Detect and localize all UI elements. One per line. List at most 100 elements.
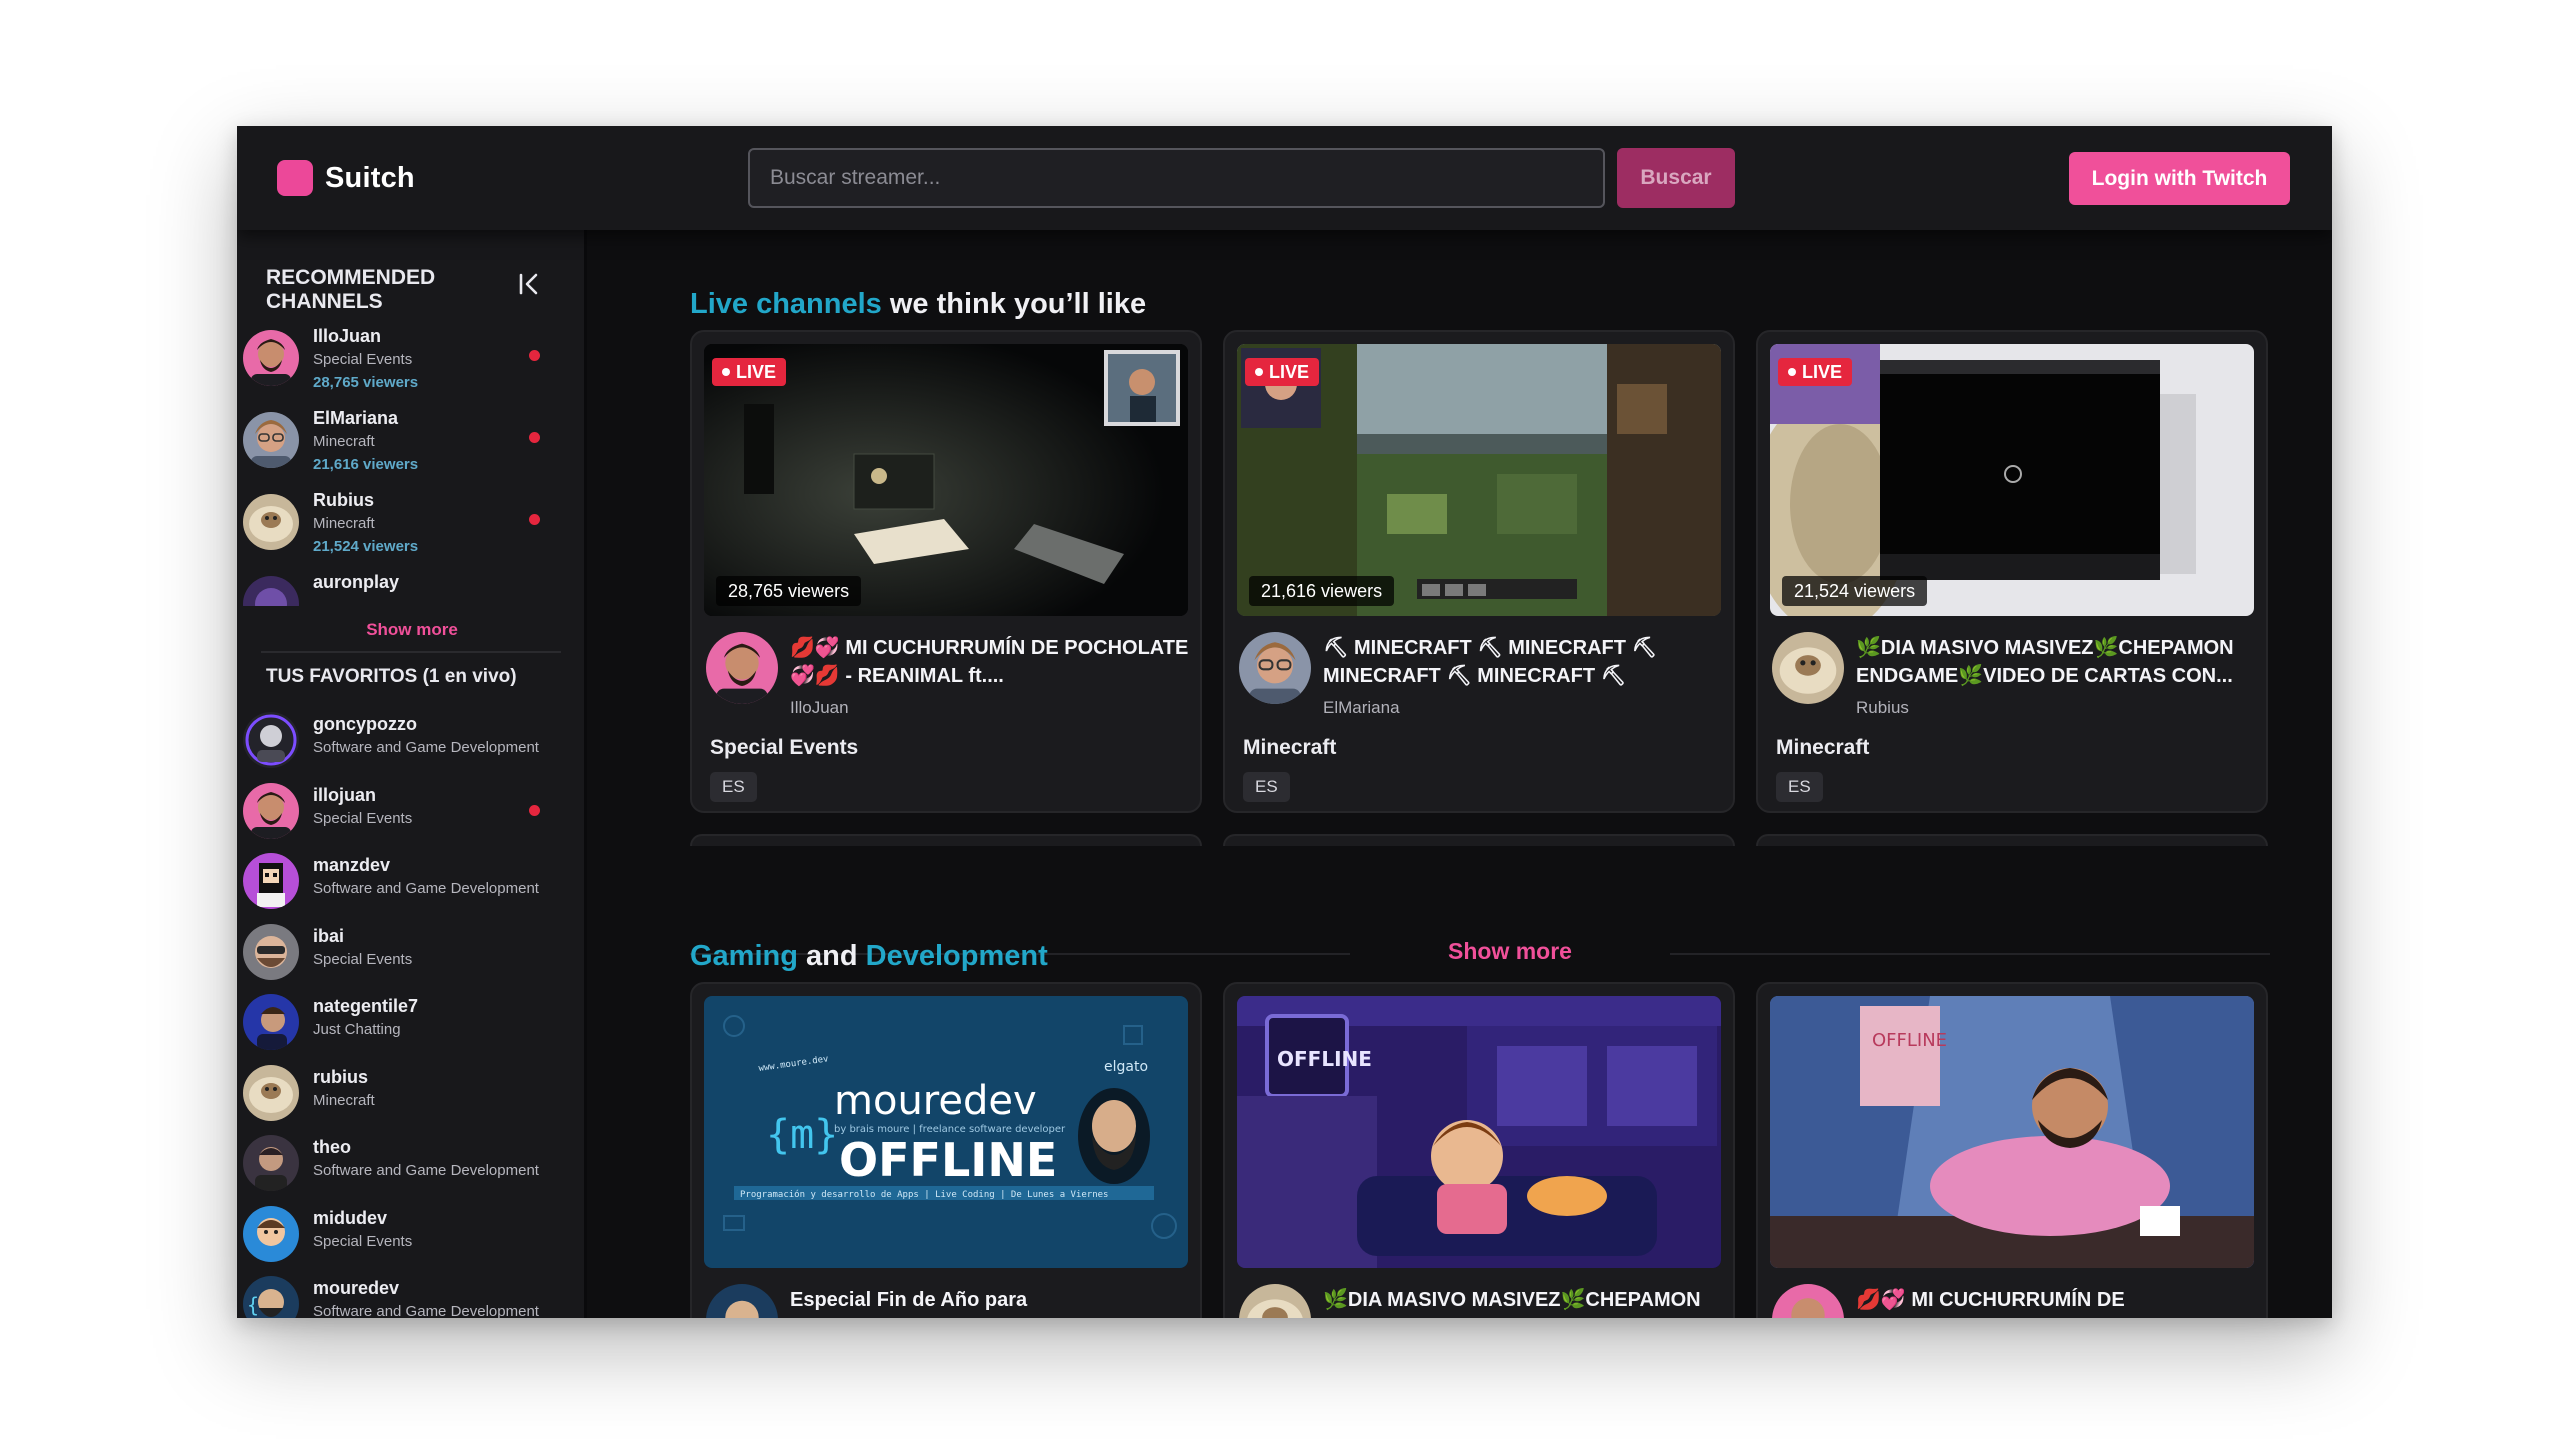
channel-category: Software and Game Development (313, 739, 539, 756)
heading-accent: Development (865, 940, 1048, 972)
offline-word: OFFLINE (839, 1133, 1057, 1187)
avatar[interactable] (1239, 632, 1311, 704)
stream-card[interactable]: LIVE 21,616 viewers ⛏ MINECRAFT ⛏ MINECR… (1223, 330, 1735, 813)
favorite-nategentile7[interactable]: nategentile7 Just Chatting (237, 992, 584, 1063)
logo[interactable]: Suitch (277, 160, 415, 196)
avatar[interactable] (706, 632, 778, 704)
stream-title[interactable]: Especial Fin de Año para (790, 1286, 1190, 1318)
favorite-midudev[interactable]: midudev Special Events (237, 1204, 584, 1275)
channel-category: Just Chatting (313, 1021, 401, 1038)
channel-category: Minecraft (313, 515, 375, 532)
language-tag[interactable]: ES (1776, 772, 1823, 802)
language-tag[interactable]: ES (1243, 772, 1290, 802)
channel-viewers: 21,524 viewers (313, 538, 419, 555)
live-dot-icon (1788, 368, 1796, 376)
stream-card[interactable]: LIVE 28,765 viewers 💋💞 MI CUCHURRUMÍN DE… (690, 330, 1202, 813)
login-with-twitch-button[interactable]: Login with Twitch (2069, 152, 2290, 205)
app-window: Suitch Buscar Login with Twitch RECOMMEN… (237, 126, 2332, 1318)
card-stub (1756, 834, 2268, 846)
offline-word: OFFLINE (1277, 1047, 1372, 1071)
live-label: LIVE (1802, 362, 1843, 382)
offline-word: OFFLINE (1872, 1030, 1947, 1051)
avatar[interactable] (1772, 1284, 1844, 1318)
favorite-theo[interactable]: theo Software and Game Development (237, 1133, 584, 1204)
stream-title[interactable]: 🌿DIA MASIVO MASIVEZ🌿CHEPAMON (1323, 1286, 1723, 1318)
heading-rest: we think you’ll like (881, 288, 1147, 320)
offline-brand: mouredev (834, 1078, 1037, 1124)
avatar (243, 1135, 299, 1191)
stream-title[interactable]: ⛏ MINECRAFT ⛏ MINECRAFT ⛏ MINECRAFT ⛏ MI… (1323, 634, 1723, 690)
channel-name: nategentile7 (313, 996, 419, 1016)
stream-thumbnail[interactable]: LIVE 21,616 viewers (1237, 344, 1721, 616)
sidebar: RECOMMENDED CHANNELS IlloJuan Special Ev… (237, 230, 587, 1318)
channel-category: Special Events (313, 950, 413, 968)
avatar[interactable] (1239, 1284, 1311, 1318)
offline-strip: Programación y desarrollo de Apps | Live… (740, 1189, 1108, 1200)
favorite-manzdev[interactable]: manzdev Software and Game Development (237, 851, 584, 922)
avatar (243, 412, 299, 468)
app-name: Suitch (325, 161, 415, 194)
stream-thumbnail[interactable]: LIVE 28,765 viewers (704, 344, 1188, 616)
channel-viewers: 28,765 viewers (313, 374, 419, 391)
search-button[interactable]: Buscar (1617, 148, 1735, 208)
stream-category[interactable]: Special Events (710, 736, 858, 760)
sidebar-channel-rubius[interactable]: Rubius Minecraft 21,524 viewers (237, 490, 584, 572)
streamer-name[interactable]: ElMariana (1323, 698, 1400, 718)
heading-accent: Live channels (690, 288, 882, 320)
avatar[interactable] (1772, 632, 1844, 704)
offline-thumbnail[interactable]: OFFLINE (1770, 996, 2254, 1268)
card-stub (1223, 834, 1735, 846)
live-dot-icon (1255, 368, 1263, 376)
streamer-name[interactable]: Rubius (1856, 698, 1909, 718)
channel-viewers: 21,616 viewers (313, 456, 419, 473)
favorite-illojuan[interactable]: illojuan Special Events (237, 781, 584, 852)
avatar (243, 576, 299, 606)
channel-name: ElMariana (313, 408, 399, 428)
favorite-rubius[interactable]: rubius Minecraft (237, 1063, 584, 1134)
offline-thumbnail[interactable]: OFFLINE (1237, 996, 1721, 1268)
search-input[interactable] (748, 148, 1605, 208)
stream-category[interactable]: Minecraft (1243, 736, 1336, 760)
channel-card[interactable]: {m} mouredev by brais moure | freelance … (690, 982, 1202, 1318)
offline-thumbnail[interactable]: {m} mouredev by brais moure | freelance … (704, 996, 1188, 1268)
channel-category: Special Events (313, 1232, 413, 1250)
sidebar-divider (261, 651, 561, 653)
live-show-more[interactable]: Show more (1350, 938, 1670, 965)
live-indicator (529, 350, 540, 361)
channel-name: theo (313, 1137, 351, 1157)
favorite-goncypozzo[interactable]: goncypozzo Software and Game Development (237, 710, 584, 781)
stream-card[interactable]: LIVE 21,524 viewers 🌿DIA MASIVO MASIVEZ🌿… (1756, 330, 2268, 813)
channel-card[interactable]: OFFLINE 💋💞 MI CUCHURRUMÍN DE (1756, 982, 2268, 1318)
stream-title[interactable]: 💋💞 MI CUCHURRUMÍN DE (1856, 1286, 2256, 1318)
logo-icon (277, 160, 313, 196)
avatar (243, 782, 299, 839)
streamer-name[interactable]: IlloJuan (790, 698, 849, 718)
sidebar-channel-illojuan[interactable]: IlloJuan Special Events 28,765 viewers (237, 326, 584, 408)
favorite-mouredev[interactable]: { mouredev Software and Game Development (237, 1274, 584, 1318)
avatar (243, 1205, 299, 1262)
language-tag[interactable]: ES (710, 772, 757, 802)
sidebar-channel-auronplay[interactable]: auronplay (237, 572, 584, 606)
viewers-badge: 28,765 viewers (716, 576, 862, 606)
channel-name: manzdev (313, 855, 391, 875)
sidebar-channel-elmariana[interactable]: ElMariana Minecraft 21,616 viewers (237, 408, 584, 490)
favorite-ibai[interactable]: ibai Special Events (237, 922, 584, 993)
avatar[interactable] (706, 1284, 778, 1318)
collapse-sidebar-icon[interactable] (517, 270, 545, 298)
channel-category: Minecraft (313, 1091, 375, 1109)
stream-thumbnail[interactable]: LIVE 21,524 viewers (1770, 344, 2254, 616)
avatar (243, 712, 299, 768)
stream-title[interactable]: 🌿DIA MASIVO MASIVEZ🌿CHEPAMON ENDGAME🌿VID… (1856, 634, 2256, 690)
live-badge: LIVE (712, 358, 787, 386)
svg-text:{: { (247, 1293, 259, 1317)
gaming-development-heading: Gaming and Development (690, 940, 1048, 973)
channel-category: Minecraft (313, 433, 375, 450)
channel-category: Special Events (313, 809, 413, 827)
stream-category[interactable]: Minecraft (1776, 736, 1869, 760)
stream-title[interactable]: 💋💞 MI CUCHURRUMÍN DE POCHOLATE 💞💋 - REAN… (790, 634, 1190, 690)
avatar (243, 330, 299, 386)
top-nav: Suitch Buscar Login with Twitch (237, 126, 2332, 230)
channel-card[interactable]: OFFLINE 🌿DIA MASIVO MASIVEZ🌿CHEPAMON (1223, 982, 1735, 1318)
recommended-show-more[interactable]: Show more (237, 620, 584, 640)
live-indicator (529, 804, 540, 816)
